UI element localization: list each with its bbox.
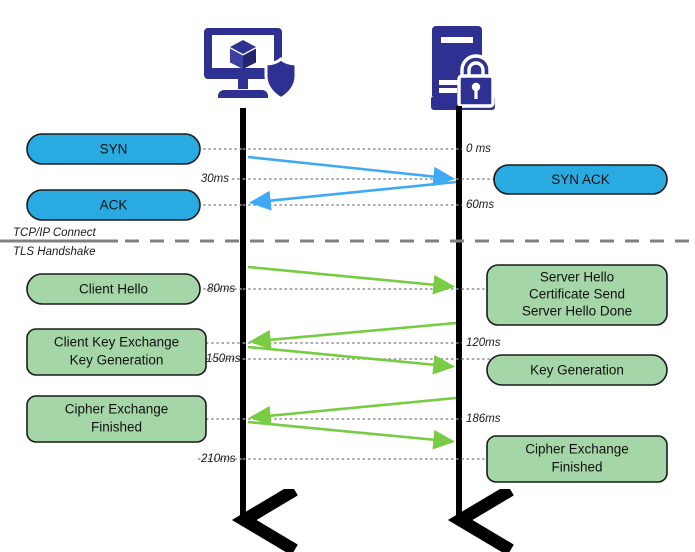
arrow-client-key-exchange — [247, 345, 456, 375]
client-actor-icon — [204, 28, 298, 101]
message-label: SYN ACK — [551, 172, 610, 187]
timing-label-0ms: 0 ms — [466, 143, 491, 155]
client-message-cipher-exchange[interactable]: Cipher Exchange Finished — [26, 395, 207, 443]
phase-label-tls: TLS Handshake — [13, 246, 95, 258]
client-message-client-hello[interactable]: Client Hello — [26, 273, 201, 305]
timing-label-60ms: 60ms — [466, 199, 494, 211]
server-message-server-hello[interactable]: Server Hello Certificate Send Server Hel… — [486, 264, 668, 326]
server-message-syn-ack[interactable]: SYN ACK — [493, 164, 668, 195]
message-label: SYN — [100, 142, 128, 157]
arrow-client-hello — [247, 265, 456, 295]
timing-label-150ms: 150ms — [206, 353, 241, 365]
message-label-line-1: Server Hello — [540, 270, 614, 285]
arrow-syn — [247, 155, 456, 187]
sequence-diagram: SYN ACK Client Hello Client Key Exchange… — [0, 0, 695, 552]
arrow-cipher-exchange-server — [248, 396, 457, 426]
client-message-client-key-exchange[interactable]: Client Key Exchange Key Generation — [26, 328, 207, 376]
timing-label-120ms: 120ms — [466, 337, 501, 349]
diagram-canvas: SYN ACK Client Hello Client Key Exchange… — [0, 26, 695, 552]
message-label-line-3: Server Hello Done — [522, 304, 632, 319]
server-actor-icon — [431, 26, 495, 110]
client-message-ack[interactable]: ACK — [26, 189, 201, 221]
server-message-key-generation[interactable]: Key Generation — [486, 354, 668, 386]
client-message-syn[interactable]: SYN — [26, 133, 201, 165]
message-label: Client Hello — [79, 282, 148, 297]
monitor-shield-icon — [204, 28, 298, 101]
arrow-cipher-exchange-client — [247, 420, 456, 450]
message-label: Key Generation — [530, 363, 624, 378]
message-label-line-1: Client Key Exchange — [54, 335, 179, 350]
server-lock-icon — [431, 26, 495, 110]
phase-label-tcp: TCP/IP Connect — [13, 227, 96, 239]
message-label: ACK — [100, 198, 128, 213]
timing-label-210ms: 210ms — [200, 453, 236, 465]
message-arrows — [247, 155, 457, 450]
server-message-cipher-exchange[interactable]: Cipher Exchange Finished — [486, 435, 668, 483]
arrow-syn-ack — [248, 180, 457, 211]
message-label-line-2: Certificate Send — [529, 287, 625, 302]
timing-label-186ms: 186ms — [466, 413, 501, 425]
arrow-server-hello — [248, 321, 457, 350]
message-label-line-2: Finished — [551, 460, 602, 475]
message-label-line-1: Cipher Exchange — [525, 442, 629, 457]
timing-label-30ms: 30ms — [201, 173, 229, 185]
timing-label-80ms: 80ms — [207, 283, 235, 295]
message-label-line-2: Key Generation — [70, 353, 164, 368]
message-label-line-1: Cipher Exchange — [65, 402, 169, 417]
message-label-line-2: Finished — [91, 420, 142, 435]
